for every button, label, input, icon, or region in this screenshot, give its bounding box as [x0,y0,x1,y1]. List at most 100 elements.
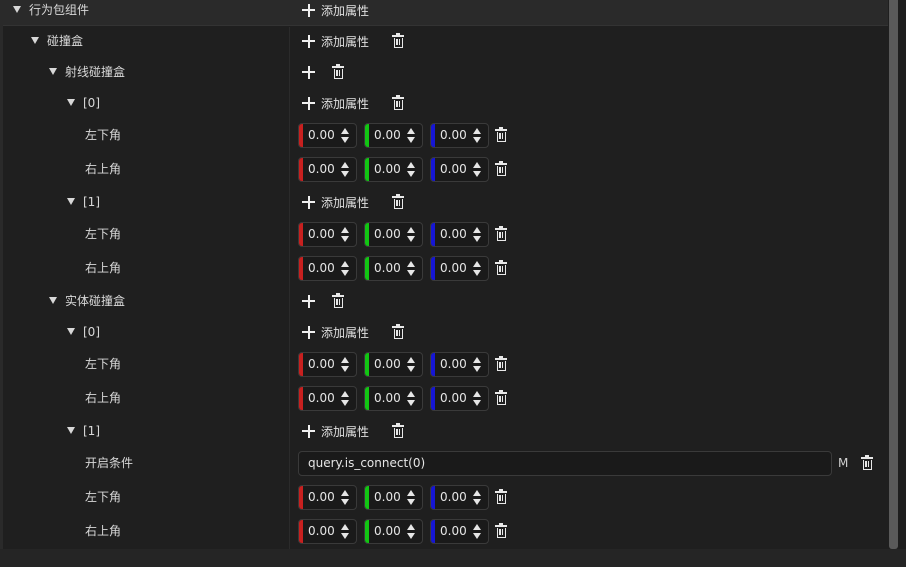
y-number-field[interactable]: 0.00 [364,123,423,148]
tree-row-entity-collision-box: 实体碰撞盒 [0,286,888,316]
add-property-button[interactable]: 添加属性 [302,317,369,347]
tree-node-label: [1] [83,195,100,209]
x-number-field[interactable]: 0.00 [298,157,357,182]
expand-icon[interactable] [49,297,57,304]
up-down-arrows-icon[interactable] [407,128,416,143]
add-property-button[interactable]: 添加属性 [302,187,369,217]
tree-node-ray-collision-box[interactable]: 射线碰撞盒 [49,57,125,87]
trash-icon[interactable] [392,33,404,48]
z-number-field[interactable]: 0.00 [430,222,489,247]
trash-icon[interactable] [861,455,873,470]
z-number-field[interactable]: 0.00 [430,519,489,544]
scrollbar-thumb[interactable] [889,0,898,549]
up-down-arrows-icon[interactable] [341,391,350,406]
tree-node-index-1[interactable]: [1] [67,187,100,217]
up-down-arrows-icon[interactable] [341,261,350,276]
tree-node-index-1[interactable]: [1] [67,416,100,446]
y-number-field[interactable]: 0.00 [364,386,423,411]
trash-icon[interactable] [495,226,507,241]
expand-icon[interactable] [49,68,57,75]
expand-icon[interactable] [67,198,75,205]
trash-icon[interactable] [495,356,507,371]
up-down-arrows-icon[interactable] [407,261,416,276]
trash-icon[interactable] [495,523,507,538]
tree-node-behavior-pack-component[interactable]: 行为包组件 [13,0,89,25]
up-down-arrows-icon[interactable] [473,162,482,177]
up-down-arrows-icon[interactable] [341,357,350,372]
trash-icon[interactable] [392,324,404,339]
x-number-field[interactable]: 0.00 [298,222,357,247]
add-button[interactable] [302,286,315,316]
trash-icon[interactable] [332,64,344,79]
expand-icon[interactable] [67,99,75,106]
tree-node-entity-collision-box[interactable]: 实体碰撞盒 [49,286,125,316]
y-number-field[interactable]: 0.00 [364,352,423,377]
up-down-arrows-icon[interactable] [473,357,482,372]
enable-condition-input[interactable]: query.is_connect(0) [298,451,832,476]
up-down-arrows-icon[interactable] [407,357,416,372]
up-down-arrows-icon[interactable] [407,162,416,177]
z-number-field[interactable]: 0.00 [430,386,489,411]
trash-icon[interactable] [332,293,344,308]
y-number-field[interactable]: 0.00 [364,519,423,544]
up-down-arrows-icon[interactable] [473,227,482,242]
tree-node-label: [1] [83,424,100,438]
up-down-arrows-icon[interactable] [473,128,482,143]
up-down-arrows-icon[interactable] [473,524,482,539]
tree-node-index-0[interactable]: [0] [67,88,100,118]
up-down-arrows-icon[interactable] [473,261,482,276]
y-axis-stripe [365,486,369,509]
y-number-field[interactable]: 0.00 [364,256,423,281]
tree-node-collision-box[interactable]: 碰撞盒 [31,26,83,56]
x-number-field[interactable]: 0.00 [298,386,357,411]
add-property-button[interactable]: 添加属性 [302,416,369,446]
y-number-field[interactable]: 0.00 [364,222,423,247]
trash-icon[interactable] [495,161,507,176]
x-number-field[interactable]: 0.00 [298,256,357,281]
up-down-arrows-icon[interactable] [341,490,350,505]
up-down-arrows-icon[interactable] [407,227,416,242]
up-down-arrows-icon[interactable] [473,391,482,406]
add-property-button[interactable]: 添加属性 [302,88,369,118]
z-number-field[interactable]: 0.00 [430,485,489,510]
up-down-arrows-icon[interactable] [407,524,416,539]
expand-icon[interactable] [31,37,39,44]
up-down-arrows-icon[interactable] [473,490,482,505]
up-down-arrows-icon[interactable] [341,524,350,539]
x-number-field[interactable]: 0.00 [298,352,357,377]
z-number-field[interactable]: 0.00 [430,123,489,148]
z-number-field[interactable]: 0.00 [430,352,489,377]
tree-node-index-0[interactable]: [0] [67,317,100,347]
trash-icon[interactable] [392,194,404,209]
up-down-arrows-icon[interactable] [341,162,350,177]
expand-icon[interactable] [13,6,21,13]
trash-icon[interactable] [495,260,507,275]
trash-icon[interactable] [392,95,404,110]
x-number-field[interactable]: 0.00 [298,123,357,148]
x-number-field[interactable]: 0.00 [298,519,357,544]
add-button[interactable] [302,57,315,87]
up-down-arrows-icon[interactable] [341,227,350,242]
up-down-arrows-icon[interactable] [407,490,416,505]
x-value: 0.00 [308,261,335,275]
trash-icon[interactable] [495,489,507,504]
m-button[interactable]: M [838,448,848,478]
trash-icon[interactable] [392,423,404,438]
expand-icon[interactable] [67,328,75,335]
up-down-arrows-icon[interactable] [407,391,416,406]
add-property-button[interactable]: 添加属性 [302,0,369,25]
property-label: 右上角 [85,524,122,538]
trash-icon[interactable] [495,390,507,405]
up-down-arrows-icon[interactable] [341,128,350,143]
expand-icon[interactable] [67,427,75,434]
z-number-field[interactable]: 0.00 [430,157,489,182]
trash-icon[interactable] [495,127,507,142]
y-axis-stripe [365,158,369,181]
x-number-field[interactable]: 0.00 [298,485,357,510]
z-number-field[interactable]: 0.00 [430,256,489,281]
x-value: 0.00 [308,128,335,142]
y-number-field[interactable]: 0.00 [364,485,423,510]
tree-row-ray-index-0: [0] 添加属性 [0,88,888,118]
y-number-field[interactable]: 0.00 [364,157,423,182]
add-property-button[interactable]: 添加属性 [302,26,369,56]
